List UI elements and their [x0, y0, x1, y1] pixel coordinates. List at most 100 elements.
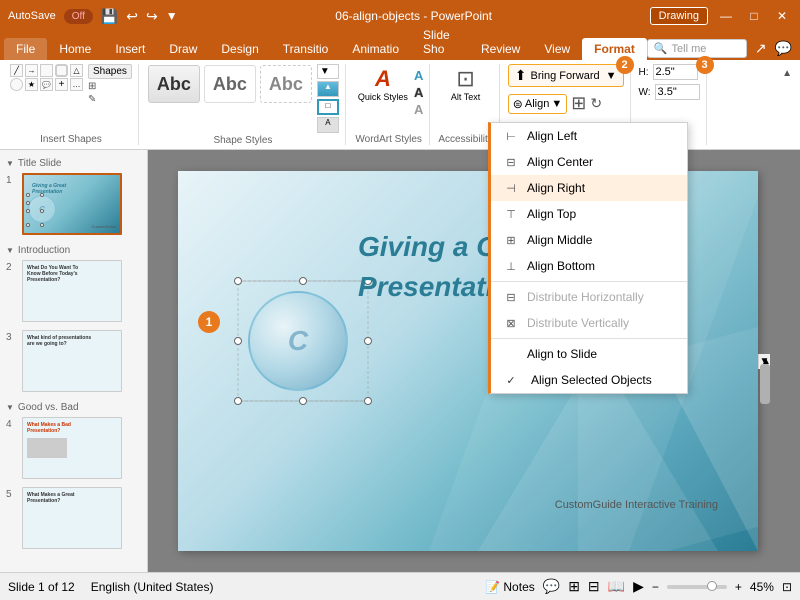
shape-plus[interactable]: +: [55, 78, 68, 91]
align-btn[interactable]: ⊜ Align ▼: [508, 94, 567, 114]
slide-5-thumb[interactable]: What Makes a Great Presentation?: [22, 487, 122, 549]
shape-fill-btn[interactable]: ▲: [317, 81, 339, 97]
share-icon[interactable]: ↗: [755, 40, 767, 57]
shape-rect[interactable]: [40, 64, 53, 77]
handle-tc[interactable]: [299, 277, 307, 285]
handle-ml[interactable]: [234, 337, 242, 345]
abc-style-1[interactable]: Abc: [148, 65, 200, 103]
align-dropdown-arrow[interactable]: ▼: [551, 98, 562, 110]
shape-triangle[interactable]: △: [70, 64, 83, 77]
search-input[interactable]: 🔍 Tell me: [647, 39, 747, 58]
handle-bc[interactable]: [299, 397, 307, 405]
alt-text-btn[interactable]: ⊡ Alt Text: [447, 64, 484, 104]
shapes-button[interactable]: Shapes: [88, 64, 132, 79]
slide-2[interactable]: 2 What Do You Want To Know Before Today'…: [4, 258, 143, 324]
zoom-in-btn[interactable]: +: [735, 580, 742, 594]
slide-2-thumb[interactable]: What Do You Want To Know Before Today's …: [22, 260, 122, 322]
tab-home[interactable]: Home: [47, 38, 103, 60]
shape-oval[interactable]: [10, 78, 23, 91]
zoom-slider[interactable]: [667, 585, 727, 589]
drawing-tools-icon[interactable]: ✎: [88, 94, 132, 105]
shape-outline-btn[interactable]: □: [317, 99, 339, 115]
reading-view-btn[interactable]: 📖: [608, 578, 625, 595]
handle-tl[interactable]: [234, 277, 242, 285]
slide-info: Slide 1 of 12: [8, 580, 75, 594]
align-to-slide-item[interactable]: ✓ Align to Slide: [491, 341, 687, 367]
shape-more[interactable]: …: [70, 78, 83, 91]
collapse-ribbon-btn[interactable]: ▲: [778, 64, 796, 83]
zoom-out-btn[interactable]: −: [652, 580, 659, 594]
bring-forward-btn[interactable]: ⬆ Bring Forward ▼: [508, 64, 624, 87]
rotate-btn[interactable]: ↻: [590, 95, 602, 112]
normal-view-btn[interactable]: ⊞: [568, 578, 580, 595]
handle-bl[interactable]: [234, 397, 242, 405]
save-icon[interactable]: 💾: [101, 8, 118, 25]
autosave-toggle[interactable]: Off: [64, 9, 93, 24]
text-fill-btn[interactable]: A: [414, 68, 423, 83]
customize-icon[interactable]: ▼: [166, 9, 178, 23]
tab-draw[interactable]: Draw: [157, 38, 209, 60]
align-middle-item[interactable]: ⊞ Align Middle: [491, 227, 687, 253]
height-input[interactable]: [653, 64, 698, 80]
comment-icon[interactable]: 💬: [775, 40, 792, 57]
slide-subtitle[interactable]: CustomGuide Interactive Training: [555, 499, 718, 511]
style-gallery-expand[interactable]: ▼: [317, 64, 339, 79]
minimize-button[interactable]: —: [716, 6, 736, 26]
zoom-thumb[interactable]: [707, 581, 717, 591]
tab-file[interactable]: File: [4, 38, 47, 60]
fit-slide-btn[interactable]: ⊡: [782, 580, 792, 594]
tab-transitions[interactable]: Transitio: [271, 38, 341, 60]
undo-icon[interactable]: ↩: [126, 8, 138, 25]
section-introduction: ▼ Introduction: [4, 241, 143, 258]
handle-mr[interactable]: [364, 337, 372, 345]
handle-br[interactable]: [364, 397, 372, 405]
abc-style-2[interactable]: Abc: [204, 65, 256, 103]
text-outline-btn[interactable]: A: [414, 85, 423, 100]
abc-style-3[interactable]: Abc: [260, 65, 312, 103]
tab-animations[interactable]: Animatio: [340, 38, 411, 60]
tab-review[interactable]: Review: [469, 38, 532, 60]
vertical-scrollbar[interactable]: ▲ ▼: [758, 354, 770, 369]
slide-3-thumb[interactable]: What kind of presentations are we going …: [22, 330, 122, 392]
slide-4-thumb[interactable]: What Makes a Bad Presentation?: [22, 417, 122, 479]
align-bottom-item[interactable]: ⊥ Align Bottom: [491, 253, 687, 279]
shape-callout[interactable]: 💬: [40, 78, 53, 91]
align-center-item[interactable]: ⊟ Align Center: [491, 149, 687, 175]
tab-view[interactable]: View: [532, 38, 582, 60]
scroll-down-btn[interactable]: ▼: [759, 356, 770, 367]
scroll-thumb[interactable]: [760, 364, 770, 404]
slide-5[interactable]: 5 What Makes a Great Presentation?: [4, 485, 143, 551]
bring-forward-dropdown-arrow[interactable]: ▼: [606, 70, 617, 82]
slide-1-thumb[interactable]: Giving a Great Presentation CustomGuide …: [22, 173, 122, 235]
slide-1[interactable]: 1 Giving a Great Presentation CustomGuid…: [4, 171, 143, 237]
tab-design[interactable]: Design: [209, 38, 270, 60]
search-area: 🔍 Tell me ↗ 💬: [647, 39, 800, 60]
slide-sorter-btn[interactable]: ⊟: [588, 578, 600, 595]
slide-4[interactable]: 4 What Makes a Bad Presentation?: [4, 415, 143, 481]
text-effects-btn[interactable]: A: [414, 102, 423, 117]
shape-arrow[interactable]: →: [25, 64, 38, 77]
align-top-item[interactable]: ⊤ Align Top: [491, 201, 687, 227]
redo-icon[interactable]: ↪: [146, 8, 158, 25]
maximize-button[interactable]: □: [744, 6, 764, 26]
align-left-item[interactable]: ⊢ Align Left: [491, 123, 687, 149]
tab-slideshow[interactable]: Slide Sho: [411, 24, 469, 60]
width-input[interactable]: [655, 84, 700, 100]
quick-styles-btn[interactable]: A Quick Styles: [354, 64, 412, 104]
shape-line[interactable]: ╱: [10, 64, 23, 77]
comments-btn[interactable]: 💬: [543, 578, 560, 595]
notes-btn[interactable]: 📝 Notes: [485, 580, 535, 594]
slideshow-btn[interactable]: ▶: [633, 578, 644, 595]
shapes-gallery[interactable]: ╱ → △ ★ 💬 + …: [10, 64, 84, 91]
arrange-icon[interactable]: ⊞: [88, 81, 132, 92]
close-button[interactable]: ✕: [772, 6, 792, 26]
shape-rounded-rect[interactable]: [55, 64, 68, 77]
align-right-item[interactable]: ⊣ Align Right: [491, 175, 687, 201]
align-selected-item[interactable]: ✓ Align Selected Objects: [491, 367, 687, 393]
slide-3[interactable]: 3 What kind of presentations are we goin…: [4, 328, 143, 394]
shape-star[interactable]: ★: [25, 78, 38, 91]
group-btn[interactable]: ⊞: [571, 93, 586, 114]
tab-insert[interactable]: Insert: [103, 38, 157, 60]
tab-format[interactable]: Format: [582, 38, 647, 60]
shape-effects-btn[interactable]: A: [317, 117, 339, 133]
